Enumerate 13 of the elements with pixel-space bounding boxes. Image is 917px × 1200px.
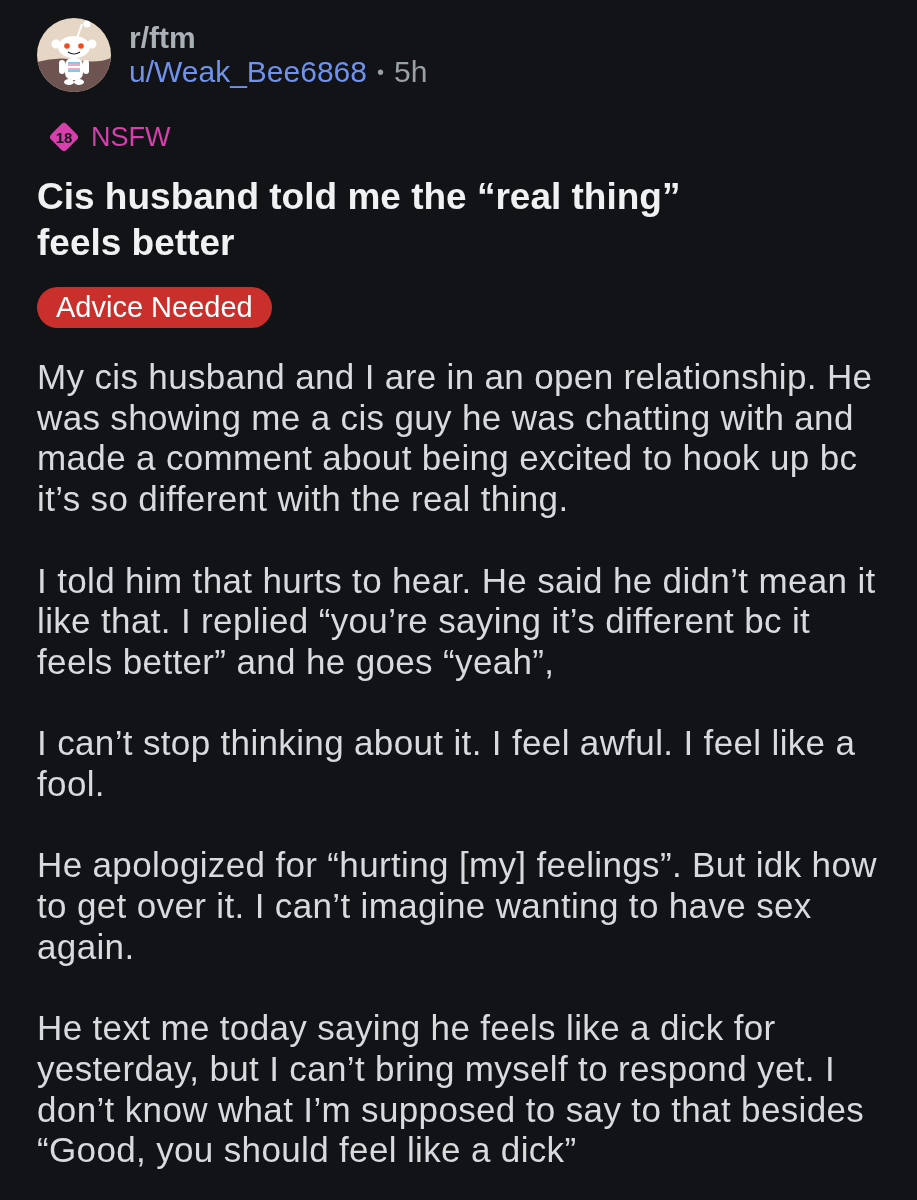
nsfw-label: NSFW (91, 121, 171, 153)
author-link[interactable]: u/Weak_Bee6868 (129, 55, 367, 89)
body-paragraph: I can’t stop thinking about it. I feel awful. I feel like a fool. (37, 723, 857, 805)
body-paragraph: He text me today saying he feels like a dick for yesterday, but I can’t bring myself to respond yet. I don’t know what I’m supposed to say to that besides “Good, you should feel like a dick” (37, 1008, 866, 1171)
age-rating-badge: 18 (48, 121, 80, 153)
body-paragraph: He apologized for “hurting [my] feelings”. But idk how to get over it. I can’t imagine wanting to have sex again. (37, 845, 878, 968)
body-paragraph: I told him that hurts to hear. He said he didn’t mean it like that. I replied “you’re saying it’s different bc it feels better” and he goes “yeah”, (37, 560, 877, 683)
body-paragraph: My cis husband and I are in an open relationship. He was showing me a cis guy he was chatting with and made a comment about being excited to hook up bc it’s so different with the real thing. (37, 357, 874, 520)
post-age: 5h (394, 55, 428, 89)
separator-dot: • (376, 60, 384, 85)
post-title: Cis husband told me the “real thing” feels better (37, 175, 682, 265)
subreddit-link[interactable]: r/ftm (129, 21, 196, 55)
flair-tag[interactable]: Advice Needed (37, 287, 272, 328)
